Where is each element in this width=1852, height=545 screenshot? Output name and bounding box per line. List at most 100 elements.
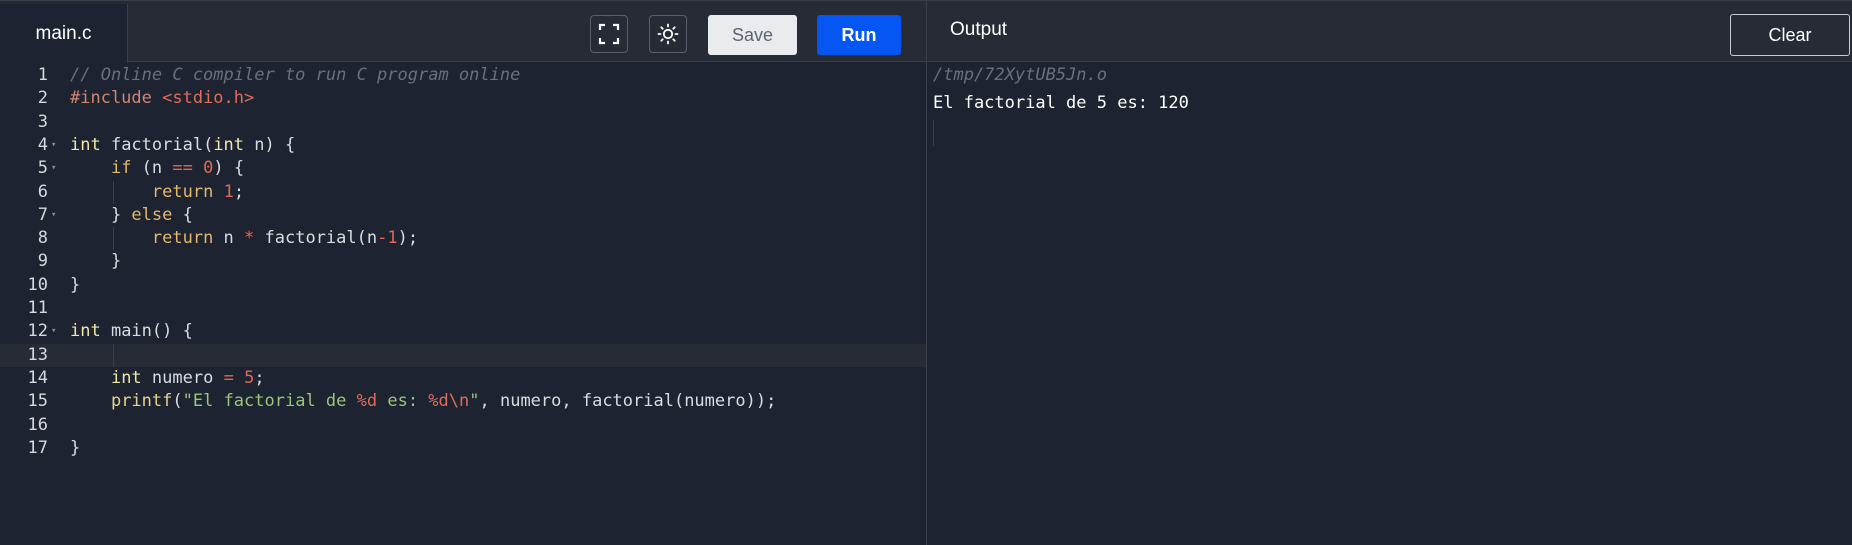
save-button[interactable]: Save — [708, 15, 797, 55]
code-token: == — [172, 158, 193, 179]
code-line[interactable]: 10} — [0, 274, 926, 297]
code-text: int numero = 5; — [70, 367, 265, 390]
code-token: } — [70, 437, 81, 458]
line-number: 2 — [37, 88, 48, 109]
line-number: 8 — [37, 228, 48, 249]
code-text: #include <stdio.h> — [70, 87, 254, 110]
code-token: main() { — [100, 321, 193, 342]
code-token: n — [213, 228, 245, 249]
code-token: factorial( — [100, 134, 214, 155]
fullscreen-button[interactable] — [590, 15, 628, 53]
code-line[interactable]: 17} — [0, 437, 926, 460]
code-token: factorial(n — [254, 228, 378, 249]
code-text: if (n == 0) { — [70, 157, 244, 180]
code-token: es: — [377, 391, 429, 412]
code-token: %d — [356, 391, 378, 412]
code-text: return 1; — [70, 181, 244, 204]
code-token: , numero, factorial(numero)); — [479, 391, 777, 412]
clear-button[interactable]: Clear — [1730, 14, 1850, 56]
code-line[interactable]: 3 — [0, 111, 926, 134]
code-text: int main() { — [70, 320, 193, 343]
code-token: return — [151, 228, 214, 249]
code-token: ; — [254, 367, 265, 388]
code-line[interactable]: 2 #include <stdio.h> — [0, 87, 926, 110]
code-line[interactable]: 11 — [0, 297, 926, 320]
code-line[interactable]: 5 ▾ if (n == 0) { — [0, 157, 926, 180]
code-text: return n * factorial(n-1); — [70, 227, 418, 250]
code-token: } — [70, 274, 81, 295]
line-number: 12 — [27, 321, 48, 342]
code-line[interactable]: 6 return 1; — [0, 181, 926, 204]
code-token: } — [70, 204, 132, 225]
fold-arrow-icon[interactable]: ▾ — [51, 320, 56, 343]
code-token: <stdio.h> — [162, 88, 255, 109]
output-path-line: /tmp/72XytUB5Jn.o — [933, 65, 1107, 85]
file-tab-main-c[interactable]: main.c — [0, 4, 128, 63]
fold-arrow-icon[interactable]: ▾ — [51, 134, 56, 157]
line-number: 17 — [27, 437, 48, 458]
code-text: int factorial(int n) { — [70, 134, 295, 157]
run-button[interactable]: Run — [817, 15, 901, 55]
code-line[interactable]: 9 } — [0, 250, 926, 273]
compiler-app: main.c Save Run Output Clear 1 // Online… — [0, 0, 1852, 545]
code-line[interactable]: 14 int numero = 5; — [0, 367, 926, 390]
code-token: } — [70, 251, 122, 272]
code-token: #include — [70, 88, 163, 109]
code-token: int — [70, 321, 101, 342]
code-text: // Online C compiler to run C program on… — [70, 64, 520, 87]
code-line[interactable]: 4 ▾ int factorial(int n) { — [0, 134, 926, 157]
code-token: ); — [397, 228, 419, 249]
code-token: ) { — [213, 158, 245, 179]
line-number: 6 — [37, 181, 48, 202]
code-line[interactable]: 12 ▾ int main() { — [0, 320, 926, 343]
code-line[interactable]: 7 ▾ } else { — [0, 204, 926, 227]
code-token: int — [70, 134, 101, 155]
code-line[interactable]: 8 return n * factorial(n-1); — [0, 227, 926, 250]
code-token: n) { — [244, 134, 296, 155]
code-token: 1 — [387, 228, 398, 249]
output-cursor — [933, 120, 934, 146]
code-token: ; — [233, 181, 245, 202]
line-number: 13 — [27, 344, 48, 365]
code-line[interactable]: 15 printf("El factorial de %d es: %d\n",… — [0, 390, 926, 413]
code-line[interactable]: 16 — [0, 414, 926, 437]
code-token: { — [172, 204, 193, 225]
indent-guide — [113, 227, 114, 251]
code-token: * — [244, 228, 255, 249]
code-token: ( — [172, 391, 183, 412]
code-token: %d\n — [428, 391, 470, 412]
code-text: } — [70, 250, 121, 273]
theme-toggle-button[interactable] — [649, 15, 687, 53]
line-number: 9 — [37, 251, 48, 272]
code-token: else — [131, 204, 173, 225]
code-text: } — [70, 437, 80, 460]
code-line[interactable]: 1 // Online C compiler to run C program o… — [0, 64, 926, 87]
code-token: (n — [131, 158, 173, 179]
code-token: printf — [110, 391, 173, 412]
code-token: " — [469, 391, 480, 412]
fold-arrow-icon[interactable]: ▾ — [51, 157, 56, 180]
code-editor[interactable]: 1 // Online C compiler to run C program o… — [0, 62, 926, 545]
code-token: numero — [141, 367, 224, 388]
output-panel: /tmp/72XytUB5Jn.o El factorial de 5 es: … — [927, 62, 1852, 545]
code-token: - — [377, 228, 388, 249]
code-token: 1 — [223, 181, 234, 202]
line-number: 16 — [27, 414, 48, 435]
line-number: 7 — [37, 204, 48, 225]
fold-arrow-icon[interactable]: ▾ — [51, 204, 56, 227]
line-number: 10 — [27, 274, 48, 295]
indent-guide — [113, 180, 114, 204]
code-token: "El factorial de — [182, 391, 357, 412]
line-number: 11 — [27, 298, 48, 318]
line-number: 5 — [37, 158, 48, 179]
line-number: 4 — [37, 134, 48, 155]
sun-icon — [657, 23, 679, 45]
code-token: int — [110, 367, 142, 388]
code-line[interactable]: 13 — [0, 343, 926, 367]
